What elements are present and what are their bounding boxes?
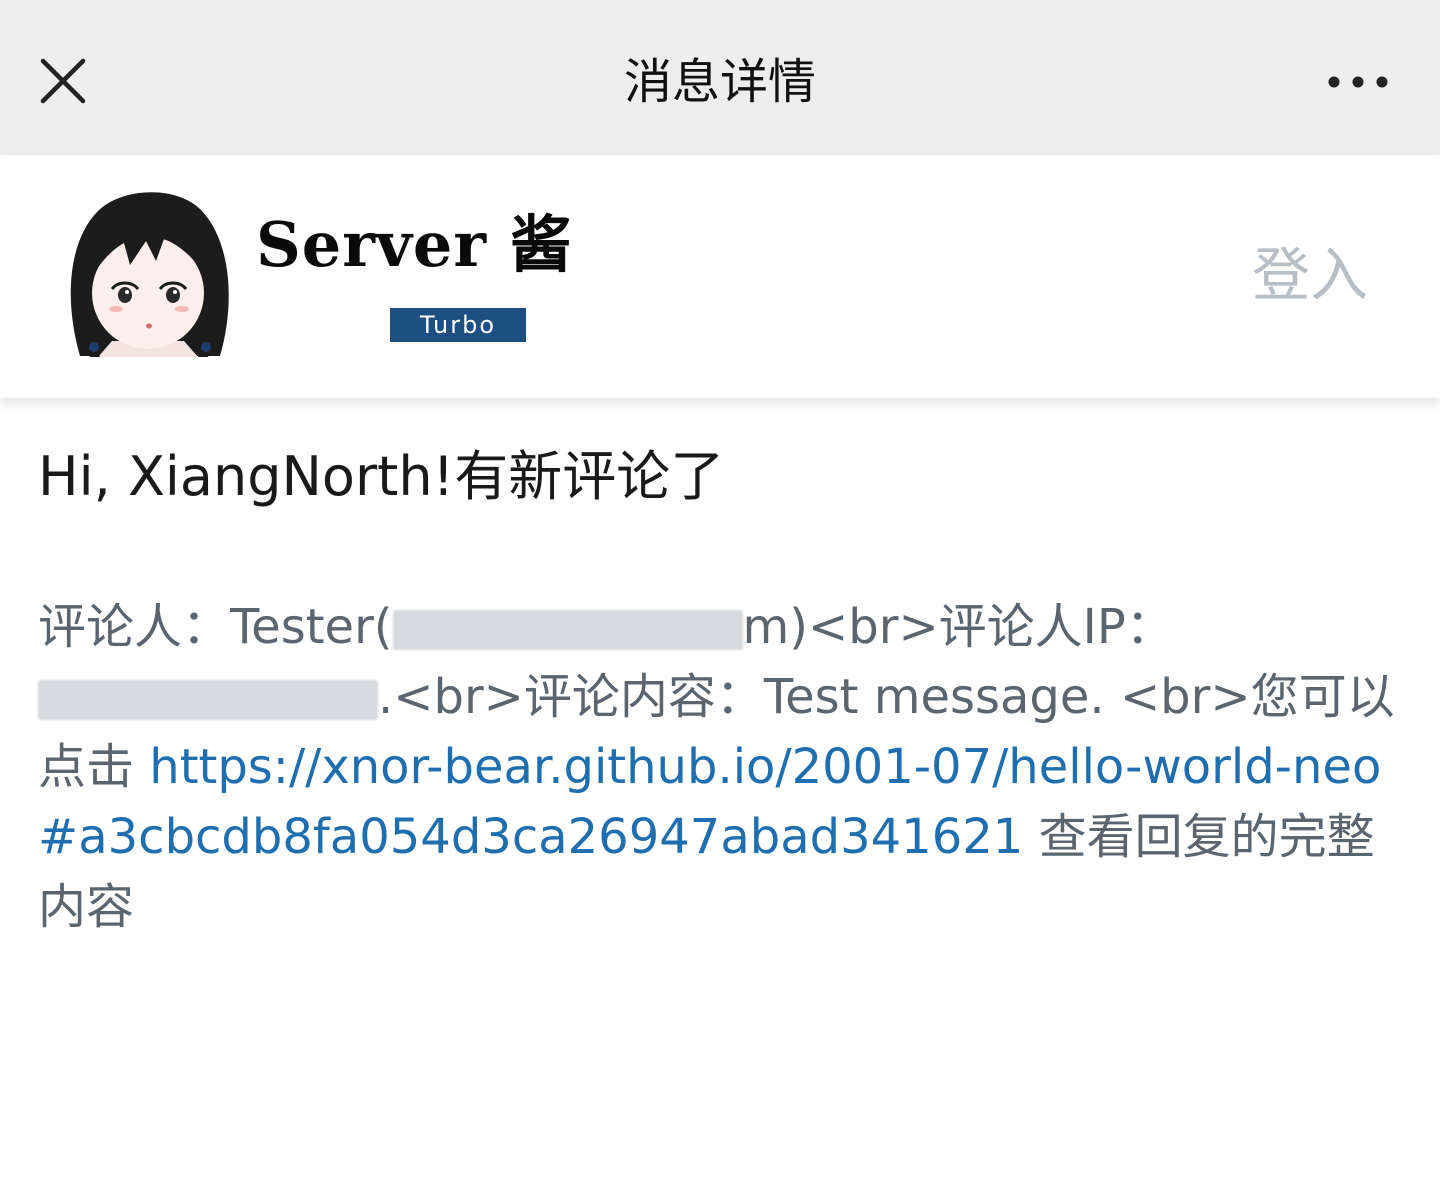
- commenter-name: Tester(: [230, 599, 393, 655]
- top-navigation-bar: 消息详情: [0, 0, 1440, 155]
- content-text: Test message.: [763, 669, 1120, 725]
- more-dots-icon: [1328, 76, 1388, 88]
- turbo-badge: Turbo: [390, 308, 526, 342]
- message-title: Hi, XiangNorth!有新评论了: [38, 445, 725, 508]
- ip-label: 评论人IP：: [938, 599, 1174, 655]
- line-break-tag-3: <br>: [1119, 669, 1251, 725]
- line-break-tag-1: <br>: [808, 599, 939, 655]
- commenter-label: 评论人：: [38, 599, 231, 655]
- login-link[interactable]: 登入: [1252, 239, 1368, 311]
- redacted-email: [392, 610, 743, 650]
- avatar: [70, 192, 229, 357]
- page-title: 消息详情: [623, 54, 816, 110]
- commenter-email-end: m): [742, 599, 809, 655]
- content-label: 评论内容：: [523, 669, 764, 725]
- line-break-tag-2: .<br>: [378, 669, 524, 725]
- redacted-ip: [38, 680, 378, 720]
- brand-name: Server 酱: [256, 208, 573, 281]
- site-header: Server 酱 Turbo 登入: [0, 155, 1440, 398]
- more-options-button[interactable]: [1318, 60, 1398, 104]
- message-body: 评论人：Tester(m)<br>评论人IP：.<br>评论内容：Test me…: [38, 592, 1404, 942]
